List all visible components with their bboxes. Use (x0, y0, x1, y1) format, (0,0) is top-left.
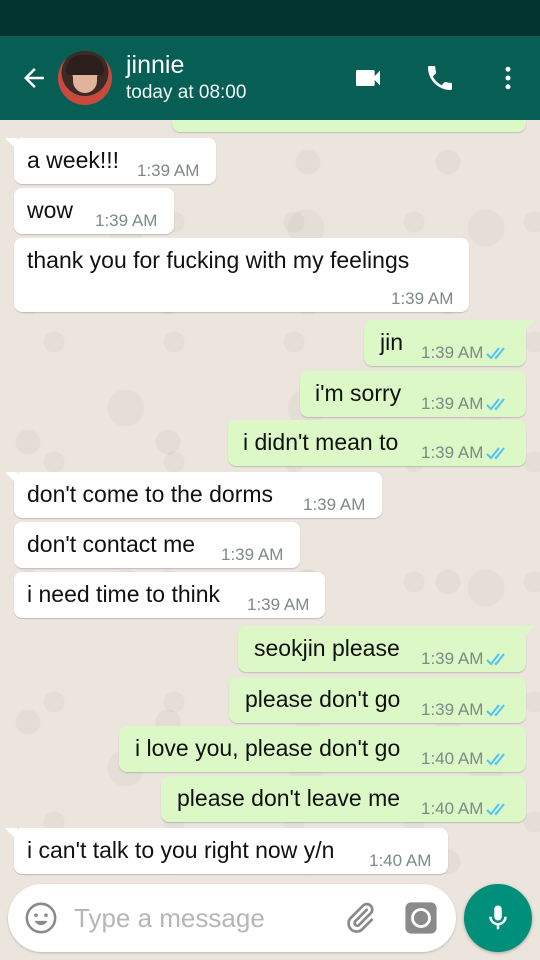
message-bubble[interactable]: i'm sorry 1:39 AM (300, 371, 526, 417)
message-text: please don't go (245, 686, 401, 712)
emoji-icon (25, 902, 57, 934)
read-ticks-icon (486, 702, 510, 718)
message-bubble[interactable]: i didn't mean to 1:39 AM (228, 420, 526, 466)
contact-info[interactable]: jinnie today at 08:00 (126, 50, 246, 106)
read-ticks-icon (486, 345, 510, 361)
time-label: 1:39 AM (421, 649, 484, 668)
message-time: 1:39 AM (221, 545, 284, 564)
voice-call-button[interactable] (404, 36, 476, 120)
message-text: thank you for fucking with my feelings (27, 247, 410, 273)
contact-name: jinnie (126, 51, 185, 79)
message-text: jin (380, 329, 404, 355)
paperclip-icon (347, 902, 374, 933)
more-vert-icon (505, 66, 511, 90)
message-input[interactable] (74, 898, 334, 938)
message-time: 1:39 AM (391, 289, 454, 308)
message-time: 1:39 AM (421, 394, 510, 414)
message-time: 1:39 AM (137, 161, 200, 180)
message-time: 1:40 AM (421, 749, 510, 769)
arrow-left-icon (24, 68, 44, 88)
message-bubble[interactable]: don't come to the dorms 1:39 AM (5, 472, 382, 518)
camera-icon (405, 902, 437, 934)
message-text: i love you, please don't go (135, 735, 401, 761)
camera-button[interactable] (404, 901, 438, 935)
message-time: 1:39 AM (421, 700, 510, 720)
message-text: a week!!! (27, 147, 120, 173)
read-ticks-icon (486, 651, 510, 667)
message-bubble[interactable]: thank you for fucking with my feelings 1… (14, 238, 469, 312)
time-label: 1:39 AM (421, 394, 484, 413)
time-label: 1:39 AM (421, 443, 484, 462)
message-bubble[interactable]: i need time to think 1:39 AM (14, 572, 325, 618)
microphone-icon (489, 905, 507, 930)
video-call-button[interactable] (332, 36, 404, 120)
voice-record-button[interactable] (464, 884, 532, 952)
status-bar (0, 0, 540, 36)
message-text: please don't leave me (177, 785, 401, 811)
message-time: 1:39 AM (421, 443, 510, 463)
message-bubble[interactable]: please don't leave me 1:40 AM (161, 776, 526, 822)
message-bubble[interactable]: don't contact me 1:39 AM (14, 522, 300, 568)
video-camera-icon (356, 70, 380, 86)
message-composer (8, 884, 456, 952)
message-text: i can't talk to you right now y/n (27, 837, 335, 863)
message-text: don't come to the dorms (27, 481, 274, 507)
message-time: 1:40 AM (421, 799, 510, 819)
read-ticks-icon (486, 396, 510, 412)
message-text: don't contact me (27, 531, 196, 557)
message-time: 1:39 AM (421, 649, 510, 669)
read-ticks-icon (486, 801, 510, 817)
overflow-menu-button[interactable] (476, 36, 540, 120)
message-list[interactable]: a week!!! 1:39 AM wow 1:39 AM thank you … (0, 120, 540, 880)
time-label: 1:39 AM (421, 343, 484, 362)
time-label: 1:40 AM (421, 799, 484, 818)
message-time: 1:39 AM (95, 211, 158, 230)
message-text: wow (27, 197, 74, 223)
message-bubble[interactable]: seokjin please 1:39 AM (238, 626, 535, 672)
time-label: 1:40 AM (421, 749, 484, 768)
message-bubble[interactable]: please don't go 1:39 AM (229, 677, 526, 723)
phone-icon (428, 66, 452, 90)
message-time: 1:39 AM (303, 495, 366, 514)
message-time: 1:40 AM (369, 851, 432, 870)
message-bubble[interactable]: i can't talk to you right now y/n 1:40 A… (5, 828, 448, 874)
previous-message-partial (172, 120, 526, 132)
chat-header: jinnie today at 08:00 (0, 36, 540, 120)
message-bubble[interactable]: jin 1:39 AM (364, 320, 535, 366)
message-bubble[interactable]: wow 1:39 AM (14, 188, 174, 234)
read-ticks-icon (486, 445, 510, 461)
message-text: seokjin please (254, 635, 400, 661)
time-label: 1:39 AM (421, 700, 484, 719)
back-button[interactable] (6, 36, 62, 120)
last-seen-status: today at 08:00 (126, 82, 247, 103)
message-text: i didn't mean to (243, 429, 399, 455)
read-ticks-icon (486, 751, 510, 767)
message-time: 1:39 AM (421, 343, 510, 363)
message-bubble[interactable]: a week!!! 1:39 AM (5, 138, 216, 184)
emoji-button[interactable] (24, 901, 58, 935)
message-time: 1:39 AM (247, 595, 310, 614)
message-text: i need time to think (27, 581, 221, 607)
avatar[interactable] (58, 51, 112, 105)
message-bubble[interactable]: i love you, please don't go 1:40 AM (119, 726, 526, 772)
message-text: i'm sorry (315, 380, 402, 406)
attach-button[interactable] (342, 900, 378, 936)
